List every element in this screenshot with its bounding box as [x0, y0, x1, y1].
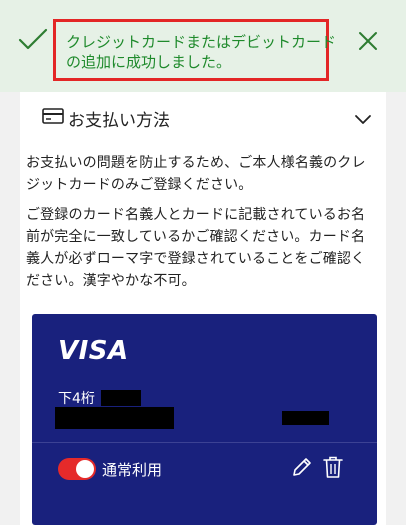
note-cardholder-name: お支払いの問題を防止するため、ご本人様名義のクレ ジットカードのみご登録ください… [26, 155, 366, 193]
payment-method-title: お支払い方法 [68, 110, 170, 131]
payment-notes: お支払いの問題を防止するため、ご本人様名義のクレ ジットカードのみご登録ください… [26, 152, 380, 300]
card-status-label: 通常利用 [102, 460, 163, 479]
card-status-toggle-row[interactable]: 通常利用 [58, 458, 162, 480]
success-message-highlight: クレジットカードまたはデビットカード の追加に成功しました。 [53, 19, 337, 81]
success-banner: クレジットカードまたはデビットカード の追加に成功しました。 [0, 0, 406, 92]
redacted-last4 [100, 390, 141, 406]
registered-card: VISA 下4桁 通常利用 [32, 314, 377, 525]
chevron-down-icon[interactable] [354, 111, 372, 130]
card-status-toggle[interactable] [58, 458, 96, 480]
redacted-expiry [282, 411, 329, 425]
redacted-cardholder-name [55, 407, 174, 429]
credit-card-icon [42, 107, 68, 129]
check-icon [18, 28, 48, 56]
visa-logo: VISA [58, 336, 129, 366]
close-icon[interactable] [357, 30, 379, 56]
payment-method-panel: お支払い方法 お支払いの問題を防止するため、ご本人様名義のクレ ジットカードのみ… [20, 92, 386, 525]
success-message-line-2: の追加に成功しました。 [66, 53, 232, 71]
payment-method-header[interactable]: お支払い方法 [42, 102, 372, 134]
toggle-knob [76, 460, 94, 478]
card-divider [32, 442, 377, 443]
pencil-icon[interactable] [290, 455, 314, 483]
note-name-match: ご登録のカード名義人とカードに記載されているお名 前が完全に一致しているかご確認… [26, 207, 366, 289]
success-message-line-1: クレジットカードまたはデビットカード [66, 33, 337, 51]
card-last4-label: 下4桁 [58, 391, 95, 407]
card-last4-row: 下4桁 [58, 388, 141, 408]
trash-icon[interactable] [322, 455, 344, 483]
